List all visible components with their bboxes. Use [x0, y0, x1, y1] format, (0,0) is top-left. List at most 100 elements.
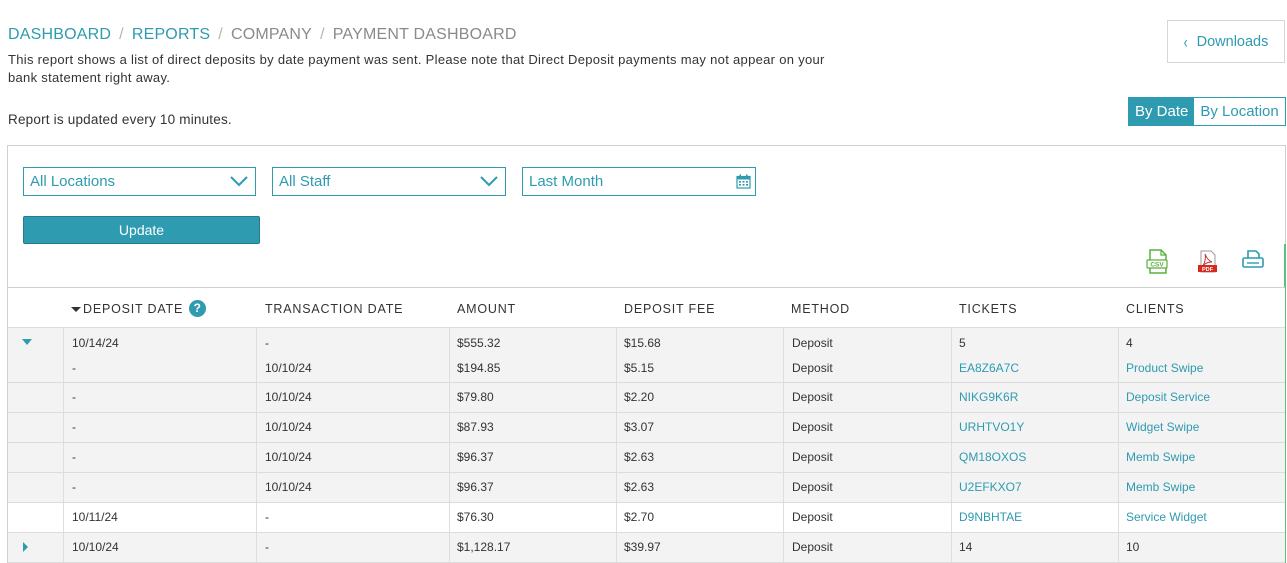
breadcrumb-company: COMPANY: [230, 26, 313, 43]
cell-amount: $194.85: [457, 361, 501, 375]
breadcrumb-separator: /: [119, 26, 124, 43]
client-link[interactable]: Widget Swipe: [1126, 420, 1199, 434]
staff-dropdown-value: All Staff: [279, 173, 331, 190]
breadcrumb-separator: /: [320, 26, 325, 43]
client-link[interactable]: Memb Swipe: [1126, 450, 1195, 464]
cell-fee: $5.15: [624, 361, 655, 375]
cell-fee: $15.68: [624, 336, 661, 350]
header-clients[interactable]: CLIENTS: [1126, 302, 1184, 316]
ticket-link[interactable]: URHTVO1Y: [959, 420, 1024, 434]
cell-method: Deposit: [792, 450, 833, 464]
client-link[interactable]: Service Widget: [1126, 510, 1207, 524]
table-row-group[interactable]: 10/11/24 - $76.30 $2.70 Deposit D9NBHTAE…: [8, 503, 1285, 533]
ticket-link[interactable]: D9NBHTAE: [959, 510, 1022, 524]
downloads-button[interactable]: ‹ Downloads: [1167, 20, 1285, 63]
breadcrumb-dashboard[interactable]: DASHBOARD: [8, 26, 111, 44]
cell-transaction-date: -: [265, 336, 269, 350]
report-description: This report shows a list of direct depos…: [8, 52, 825, 85]
header-deposit-date[interactable]: DEPOSIT DATE?: [71, 300, 207, 318]
table-row-group[interactable]: 10/14/24 - $555.32 $15.68 Deposit 5 4 - …: [8, 328, 1285, 383]
downloads-label: Downloads: [1196, 33, 1269, 50]
header-method[interactable]: METHOD: [791, 302, 850, 316]
help-icon[interactable]: ?: [189, 300, 207, 317]
table-row[interactable]: - 10/10/24 $96.37 $2.63 Deposit U2EFKXO7…: [8, 473, 1285, 503]
cell-deposit-date: -: [72, 361, 76, 375]
location-dropdown[interactable]: All Locations: [23, 167, 256, 196]
report-panel: All Locations All Staff Last Month Updat…: [7, 145, 1286, 563]
cell-transaction-date: -: [265, 540, 269, 554]
by-date-toggle[interactable]: By Date: [1129, 98, 1195, 125]
breadcrumb: DASHBOARD / REPORTS / COMPANY / PAYMENT DASHBO…: [8, 26, 517, 44]
ticket-link[interactable]: U2EFKXO7: [959, 480, 1022, 494]
print-icon[interactable]: [1241, 249, 1265, 271]
update-button[interactable]: Update: [23, 216, 260, 244]
cell-fee: $39.97: [624, 540, 661, 554]
cell-transaction-date: 10/10/24: [265, 390, 312, 404]
cell-method: Deposit: [792, 540, 833, 554]
cell-deposit-date: 10/10/24: [72, 540, 119, 554]
pdf-icon[interactable]: PDF: [1196, 250, 1220, 274]
client-link[interactable]: Memb Swipe: [1126, 480, 1195, 494]
client-link[interactable]: Product Swipe: [1126, 361, 1203, 375]
cell-amount: $87.93: [457, 420, 494, 434]
table-row[interactable]: - 10/10/24 $96.37 $2.63 Deposit QM18OXOS…: [8, 443, 1285, 473]
header-amount[interactable]: AMOUNT: [457, 302, 516, 316]
cell-deposit-date: -: [72, 480, 76, 494]
cell-amount: $96.37: [457, 480, 494, 494]
deposits-table: DEPOSIT DATE? TRANSACTION DATE AMOUNT DE…: [8, 287, 1285, 563]
cell-transaction-date: 10/10/24: [265, 361, 312, 375]
cell-fee: $2.63: [624, 480, 655, 494]
chevron-left-icon: ‹: [1183, 31, 1188, 52]
cell-amount: $96.37: [457, 450, 494, 464]
date-range-value: Last Month: [529, 173, 604, 190]
table-header: DEPOSIT DATE? TRANSACTION DATE AMOUNT DE…: [8, 287, 1285, 328]
table-row[interactable]: - 10/10/24 $87.93 $3.07 Deposit URHTVO1Y…: [8, 413, 1285, 443]
cell-amount: $79.80: [457, 390, 494, 404]
header-deposit-fee[interactable]: DEPOSIT FEE: [624, 302, 715, 316]
cell-deposit-date: -: [72, 450, 76, 464]
date-range-picker[interactable]: Last Month: [522, 167, 756, 196]
client-link[interactable]: Deposit Service: [1126, 390, 1210, 404]
cell-deposit-date: 10/14/24: [72, 336, 119, 350]
collapse-toggle-icon[interactable]: [22, 339, 32, 345]
header-transaction-date[interactable]: TRANSACTION DATE: [265, 302, 403, 316]
header-deposit-date-label: DEPOSIT DATE: [83, 301, 184, 316]
cell-tickets: 5: [959, 336, 966, 350]
cell-amount: $555.32: [457, 336, 501, 350]
cell-method: Deposit: [792, 390, 833, 404]
cell-deposit-date: -: [72, 420, 76, 434]
cell-amount: $76.30: [457, 510, 494, 524]
cell-deposit-date: -: [72, 390, 76, 404]
sort-descending-icon: [71, 307, 81, 312]
cell-fee: $2.63: [624, 450, 655, 464]
ticket-link[interactable]: QM18OXOS: [959, 450, 1026, 464]
by-location-toggle[interactable]: By Location: [1194, 98, 1285, 125]
cell-transaction-date: 10/10/24: [265, 480, 312, 494]
cell-method: Deposit: [792, 510, 833, 524]
cell-fee: $2.20: [624, 390, 655, 404]
csv-icon[interactable]: CSV: [1146, 249, 1170, 275]
cell-transaction-date: -: [265, 510, 269, 524]
ticket-link[interactable]: EA8Z6A7C: [959, 361, 1019, 375]
cell-deposit-date: 10/11/24: [72, 510, 118, 524]
cell-tickets: 14: [959, 540, 973, 554]
table-row[interactable]: - 10/10/24 $79.80 $2.20 Deposit NIKG9K6R…: [8, 383, 1285, 413]
header-tickets[interactable]: TICKETS: [959, 302, 1017, 316]
breadcrumb-current-page: PAYMENT DASHBOARD: [332, 26, 517, 43]
cell-method: Deposit: [792, 480, 833, 494]
breadcrumb-reports[interactable]: REPORTS: [132, 26, 210, 44]
cell-transaction-date: 10/10/24: [265, 450, 312, 464]
view-toggle: By Date By Location: [1128, 97, 1286, 126]
svg-text:PDF: PDF: [1202, 267, 1214, 273]
ticket-link[interactable]: NIKG9K6R: [959, 390, 1018, 404]
expand-toggle-icon[interactable]: [23, 542, 28, 552]
table-row-group[interactable]: 10/10/24 - $1,128.17 $39.97 Deposit 14 1…: [8, 533, 1285, 563]
svg-text:CSV: CSV: [1150, 262, 1164, 269]
cell-amount: $1,128.17: [457, 540, 511, 554]
update-note: Report is updated every 10 minutes.: [8, 112, 232, 127]
chevron-down-icon: [230, 176, 248, 187]
staff-dropdown[interactable]: All Staff: [272, 167, 506, 196]
cell-fee: $3.07: [624, 420, 655, 434]
location-dropdown-value: All Locations: [30, 173, 116, 190]
calendar-icon: [736, 174, 751, 189]
